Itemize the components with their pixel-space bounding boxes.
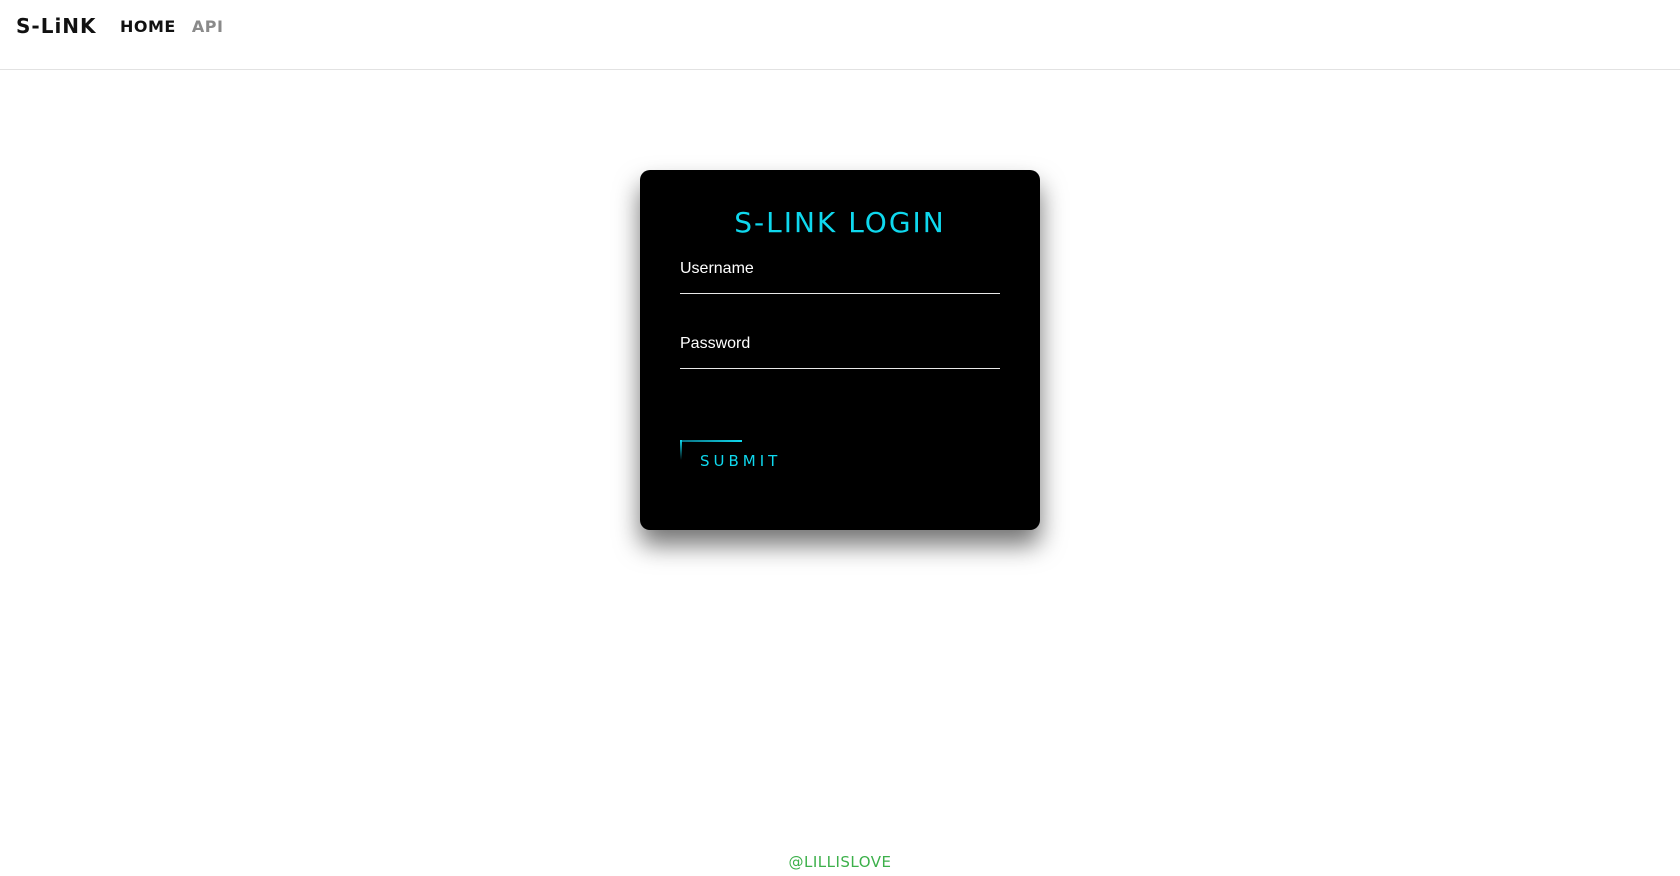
top-navbar: S-LiNK HOME API — [0, 0, 1680, 70]
submit-label: SUBMIT — [700, 452, 782, 470]
password-field: Password — [680, 329, 1000, 369]
username-label: Username — [680, 260, 754, 277]
password-label: Password — [680, 335, 751, 352]
submit-border-top — [680, 440, 742, 442]
login-card: S-LINK LOGIN Username Password SUBMIT — [640, 170, 1040, 530]
brand-logo[interactable]: S-LiNK — [16, 14, 97, 38]
username-field: Username — [680, 254, 1000, 294]
main-nav: HOME API — [120, 17, 223, 36]
nav-home-link[interactable]: HOME — [120, 17, 176, 36]
submit-button[interactable]: SUBMIT — [680, 440, 800, 476]
footer-credit: @LILLISLOVE — [788, 853, 892, 871]
nav-api-link[interactable]: API — [192, 17, 224, 36]
submit-border-left — [680, 440, 682, 460]
login-title: S-LINK LOGIN — [734, 206, 946, 239]
